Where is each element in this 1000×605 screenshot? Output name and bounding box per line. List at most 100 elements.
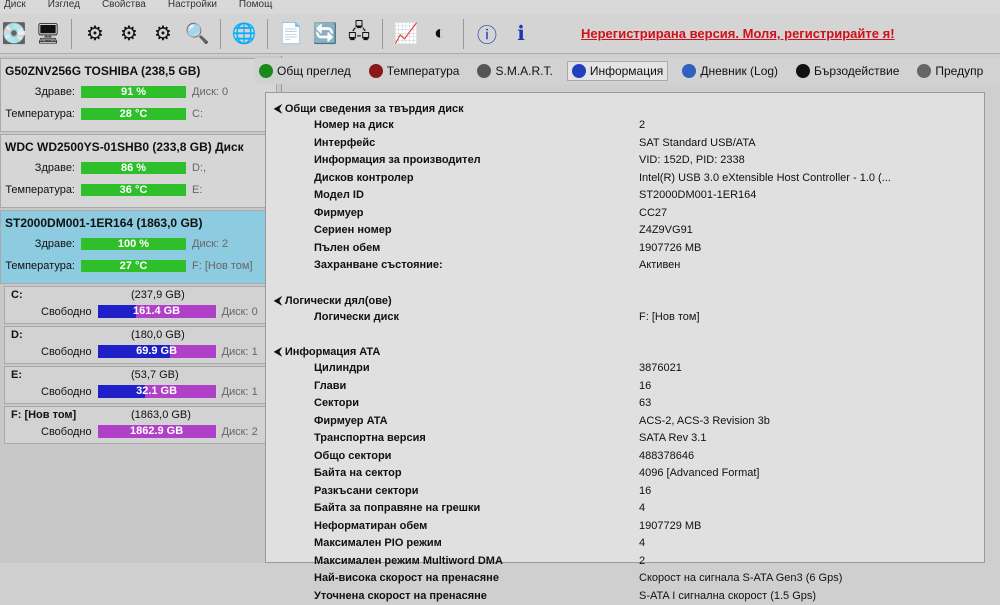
collapse-icon[interactable]: ⮜ [274,346,285,358]
info-key: Неформатиран обем [274,518,639,536]
info-key: Уточнена скорост на пренасяне [274,588,639,605]
health-label: Здраве: [5,162,75,174]
info-value: 16 [639,483,976,501]
info-row: Модел IDST2000DM001-1ER164 [274,187,976,205]
info-value: ST2000DM001-1ER164 [639,187,976,205]
temperature-bar: 27 °C [81,260,186,272]
section-header[interactable]: ⮜ Информация ATA [274,344,976,360]
info-value: SATA Rev 3.1 [639,430,976,448]
unregistered-version-link[interactable]: Нерегистрирана версия. Моля, регистрирай… [581,26,895,41]
disk-check-icon[interactable]: ⚙ [115,20,143,48]
info-row: Цилиндри3876021 [274,360,976,378]
tab[interactable]: Предупр [913,62,987,80]
info-row: Общо сектори488378646 [274,448,976,466]
info-key: Пълен обем [274,240,639,258]
disk-icon[interactable]: 💽 [0,20,28,48]
tab-label: Температура [387,64,460,78]
health-bar: 100 % [81,238,186,250]
tab-icon [369,64,383,78]
info-value: 16 [639,378,976,396]
collapse-icon[interactable]: ⮜ [274,295,285,307]
disk-name: WDC WD2500YS-01SHB0 (233,8 GB) Диск [5,137,272,157]
toolbar: 💽 🖥 ⚙ ⚙ ⚙ 🔍 🌐 📄 🔄 🖧 📈 ◐ ⓘ ℹ Нерегистрира… [0,14,1000,54]
tab[interactable]: Бързодействие [792,62,903,80]
volume-item[interactable]: C:(237,9 GB) Свободно161.4 GBДиск: 0 [4,286,277,324]
section-header[interactable]: ⮜ Общи сведения за твърдия диск [274,101,976,117]
free-label: Свободно [41,386,92,398]
help-icon[interactable]: ⓘ [473,20,501,48]
info-row: Уточнена скорост на пренасянеS-ATA I сиг… [274,588,976,605]
globe-icon[interactable]: 🌐 [230,20,258,48]
section-header[interactable]: ⮜ Логически дял(ове) [274,293,976,309]
tab[interactable]: S.M.A.R.T. [473,62,556,80]
disk-item[interactable]: WDC WD2500YS-01SHB0 (233,8 GB) Диск Здра… [0,134,277,208]
volume-item[interactable]: D:(180,0 GB) Свободно69.9 GBДиск: 1 [4,326,277,364]
info-value: 1907726 MB [639,240,976,258]
chart-icon[interactable]: 📈 [392,20,420,48]
tab[interactable]: Дневник (Log) [678,62,782,80]
menu-item[interactable]: Помощ [239,0,272,14]
info-row: Разкъсани сектори16 [274,483,976,501]
tab[interactable]: Информация [567,61,668,81]
menu-item[interactable]: Изглед [48,0,80,14]
gauge-icon[interactable]: ◐ [426,20,454,48]
separator [382,19,383,49]
info-row: Неформатиран обем1907729 MB [274,518,976,536]
disk-item[interactable]: ST2000DM001-1ER164 (1863,0 GB) Здраве:10… [0,210,277,284]
tab-label: Общ преглед [277,64,351,78]
tab[interactable]: Общ преглед [255,62,355,80]
menu-item[interactable]: Настройки [168,0,217,14]
temperature-bar: 28 °C [81,108,186,120]
free-space-bar: 161.4 GB [98,305,216,318]
info-value: 1907729 MB [639,518,976,536]
disk-volumes: E: [192,184,202,196]
info-value: Активен [639,257,976,275]
network-icon[interactable]: 🖧 [345,20,373,48]
report-icon[interactable]: 🖥 [34,20,62,48]
info-row: ИнтерфейсSAT Standard USB/ATA [274,135,976,153]
refresh-icon[interactable]: 🔄 [311,20,339,48]
disk-search-icon[interactable]: 🔍 [183,20,211,48]
info-key: Транспортна версия [274,430,639,448]
disk-item[interactable]: G50ZNV256G TOSHIBA (238,5 GB) Здраве:91 … [0,58,277,132]
info-row: ФирмуерCC27 [274,205,976,223]
volume-disk: Диск: 1 [222,346,258,358]
volume-item[interactable]: E:(53,7 GB) Свободно32.1 GBДиск: 1 [4,366,277,404]
info-row: Сектори63 [274,395,976,413]
disk-test-icon[interactable]: ⚙ [81,20,109,48]
info-row: Захранване състояние:Активен [274,257,976,275]
info-value: ACS-2, ACS-3 Revision 3b [639,413,976,431]
info-icon[interactable]: ℹ [507,20,535,48]
info-row: Фирмуер ATAACS-2, ACS-3 Revision 3b [274,413,976,431]
free-label: Свободно [41,346,92,358]
health-label: Здраве: [5,238,75,250]
separator [463,19,464,49]
info-key: Максимален режим Multiword DMA [274,553,639,571]
spacer [274,275,976,289]
tab[interactable]: Температура [365,62,464,80]
free-space-bar: 1862.9 GB [98,425,216,438]
document-icon[interactable]: 📄 [277,20,305,48]
volume-size: (53,7 GB) [131,369,179,385]
volume-disk: Диск: 1 [222,386,258,398]
tab-label: Предупр [935,64,983,78]
tab-icon [682,64,696,78]
tab-label: Информация [590,64,663,78]
disk-list-panel: G50ZNV256G TOSHIBA (238,5 GB) Здраве:91 … [0,56,282,563]
menu-item[interactable]: Диск [4,0,26,14]
info-key: Общо сектори [274,448,639,466]
info-row: Максимален PIO режим4 [274,535,976,553]
info-row: Сериен номерZ4Z9VG91 [274,222,976,240]
info-row: Максимален режим Multiword DMA2 [274,553,976,571]
info-row: Байта на сектор4096 [Advanced Format] [274,465,976,483]
volume-item[interactable]: F: [Нов том](1863,0 GB) Свободно1862.9 G… [4,406,277,444]
info-key: Байта на сектор [274,465,639,483]
tab-icon [917,64,931,78]
disk-ok-icon[interactable]: ⚙ [149,20,177,48]
info-key: Логически диск [274,309,639,327]
temperature-label: Температура: [5,260,75,272]
disk-number: Диск: 2 [192,238,228,250]
menu-item[interactable]: Свойства [102,0,146,14]
spacer [274,326,976,340]
collapse-icon[interactable]: ⮜ [274,103,285,115]
